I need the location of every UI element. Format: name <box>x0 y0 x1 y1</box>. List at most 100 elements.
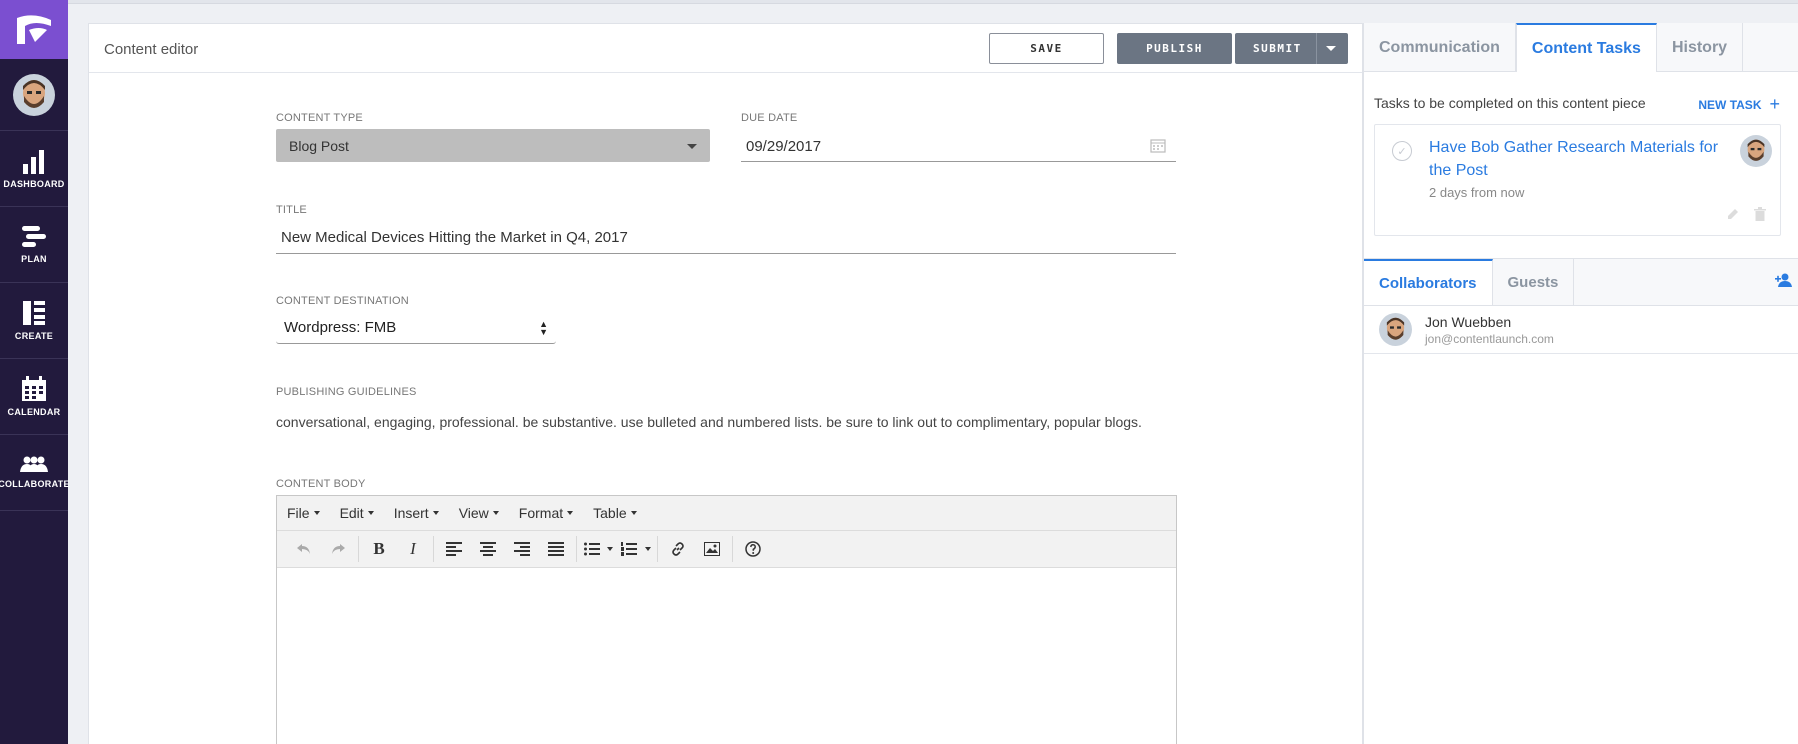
help-icon <box>745 541 761 557</box>
task-complete-checkbox[interactable]: ✓ <box>1392 141 1412 161</box>
menu-view-label: View <box>458 505 489 521</box>
image-button[interactable] <box>695 534 729 564</box>
bold-icon: B <box>373 539 385 558</box>
select-arrows-icon: ▲ ▼ <box>539 319 548 337</box>
tab-guests[interactable]: Guests <box>1493 259 1575 305</box>
toolbar-divider <box>732 536 733 562</box>
publish-button[interactable]: PUBLISH <box>1117 33 1232 64</box>
editor-toolbar: B I <box>277 531 1176 568</box>
new-task-button[interactable]: NEW TASK + <box>1698 94 1780 115</box>
nav-dashboard[interactable]: DASHBOARD <box>0 131 68 207</box>
bullet-list-icon <box>584 542 600 556</box>
calendar-icon[interactable] <box>1150 137 1166 153</box>
menu-format[interactable]: Format <box>518 505 574 521</box>
link-button[interactable] <box>661 534 695 564</box>
toolbar-divider <box>358 536 359 562</box>
bold-button[interactable]: B <box>362 534 396 564</box>
left-nav: DASHBOARD PLAN CREATE CALENDAR COLLABORA… <box>0 0 70 744</box>
nav-collaborate[interactable]: COLLABORATE <box>0 435 70 511</box>
align-left-button[interactable] <box>437 534 471 564</box>
app-logo[interactable] <box>0 0 68 59</box>
nav-plan[interactable]: PLAN <box>0 207 68 283</box>
chevron-down-icon <box>313 511 320 515</box>
italic-icon: I <box>410 539 416 558</box>
undo-button[interactable] <box>287 534 321 564</box>
menu-insert[interactable]: Insert <box>394 505 439 521</box>
align-center-icon <box>480 542 496 556</box>
bullet-list-dropdown[interactable] <box>604 547 616 551</box>
bar-chart-icon <box>23 150 44 174</box>
numbered-list-icon <box>621 542 637 556</box>
chevron-down-icon <box>367 511 374 515</box>
menu-edit-label: Edit <box>339 505 364 521</box>
undo-icon <box>297 544 310 554</box>
collaborator-avatar <box>1379 313 1412 346</box>
menu-view[interactable]: View <box>459 505 499 521</box>
add-user-icon[interactable] <box>1775 273 1793 287</box>
task-title-link[interactable]: Have Bob Gather Research Materials for t… <box>1429 136 1739 182</box>
nav-collaborate-label: COLLABORATE <box>0 479 70 489</box>
collaborator-name: Jon Wuebben <box>1425 314 1512 330</box>
create-layout-icon <box>23 301 45 325</box>
toolbar-divider <box>576 536 577 562</box>
tab-collaborators[interactable]: Collaborators <box>1364 259 1493 305</box>
help-button[interactable] <box>736 534 770 564</box>
redo-button[interactable] <box>321 534 355 564</box>
plan-bars-icon <box>22 226 46 247</box>
nav-calendar-label: CALENDAR <box>7 407 61 417</box>
tab-communication[interactable]: Communication <box>1364 23 1516 72</box>
align-center-button[interactable] <box>471 534 505 564</box>
destination-label: CONTENT DESTINATION <box>276 295 409 307</box>
nav-dashboard-label: DASHBOARD <box>3 179 65 189</box>
nav-calendar[interactable]: CALENDAR <box>0 359 68 435</box>
collaborator-row: Jon Wuebben jon@contentlaunch.com <box>1364 306 1798 354</box>
bullet-list-button[interactable] <box>580 534 604 564</box>
collaborator-tabs: Collaborators Guests <box>1364 258 1798 306</box>
tasks-heading: Tasks to be completed on this content pi… <box>1374 95 1646 111</box>
user-avatar[interactable] <box>13 74 55 116</box>
submit-dropdown-icon[interactable] <box>1326 46 1336 51</box>
align-right-icon <box>514 542 530 556</box>
numbered-list-button[interactable] <box>616 534 642 564</box>
new-task-label: NEW TASK <box>1698 97 1762 112</box>
chevron-down-icon <box>567 511 574 515</box>
nav-create-label: CREATE <box>14 331 54 341</box>
chevron-down-icon <box>645 547 651 551</box>
submit-button[interactable]: SUBMIT <box>1235 33 1348 64</box>
align-justify-icon <box>548 542 564 556</box>
align-right-button[interactable] <box>505 534 539 564</box>
menu-file[interactable]: File <box>287 505 320 521</box>
destination-value: Wordpress: FMB <box>284 319 397 336</box>
content-type-value: Blog Post <box>289 138 349 154</box>
pencil-icon[interactable] <box>1726 207 1740 221</box>
content-type-select[interactable]: Blog Post <box>276 129 710 162</box>
destination-select[interactable]: Wordpress: FMB ▲ ▼ <box>276 312 556 344</box>
chevron-down-icon <box>432 511 439 515</box>
nav-create[interactable]: CREATE <box>0 283 68 359</box>
save-button[interactable]: SAVE <box>989 33 1104 64</box>
menu-format-label: Format <box>518 505 564 521</box>
italic-button[interactable]: I <box>396 534 430 564</box>
numbered-list-dropdown[interactable] <box>642 547 654 551</box>
due-date-field[interactable]: 09/29/2017 <box>741 129 1176 162</box>
menu-insert-label: Insert <box>393 505 429 521</box>
trash-icon[interactable] <box>1754 207 1766 221</box>
guidelines-text: conversational, engaging, professional. … <box>276 414 1142 430</box>
title-input[interactable]: New Medical Devices Hitting the Market i… <box>276 221 1176 254</box>
rich-text-editor: File Edit Insert View Format Table B I <box>276 495 1177 744</box>
redo-icon <box>332 544 345 554</box>
menu-table[interactable]: Table <box>593 505 637 521</box>
menu-file-label: File <box>287 505 310 521</box>
tab-content-tasks[interactable]: Content Tasks <box>1515 23 1657 72</box>
tab-history[interactable]: History <box>1657 23 1744 72</box>
content-body-label: CONTENT BODY <box>276 478 366 490</box>
guidelines-label: PUBLISHING GUIDELINES <box>276 386 417 398</box>
content-editor-card: Content editor SAVE PUBLISH SUBMIT CONTE… <box>88 23 1432 744</box>
chevron-down-icon <box>607 547 613 551</box>
toolbar-divider <box>657 536 658 562</box>
panel-tabs: Communication Content Tasks History <box>1364 23 1798 72</box>
top-strip <box>68 0 1798 4</box>
align-justify-button[interactable] <box>539 534 573 564</box>
menu-table-label: Table <box>593 505 627 521</box>
menu-edit[interactable]: Edit <box>340 505 374 521</box>
